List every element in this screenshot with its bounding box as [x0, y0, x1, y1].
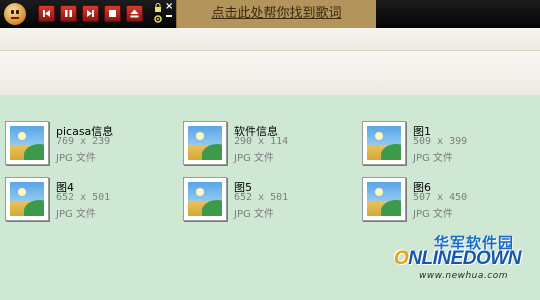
pause-button[interactable]	[60, 5, 77, 22]
skip-forward-icon	[87, 10, 94, 17]
lyrics-link[interactable]: 点击此处帮你找到歌词	[176, 0, 376, 28]
file-type: JPG 文件	[413, 209, 453, 220]
player-bar: × 点击此处帮你找到歌词	[0, 0, 540, 28]
menu-band	[0, 28, 540, 51]
file-dimensions: 290 x 114	[234, 136, 289, 147]
image-thumbnail-icon	[362, 121, 406, 165]
list-item[interactable]: 图5 652 x 501 JPG 文件	[183, 177, 353, 227]
list-item[interactable]: 图4 652 x 501 JPG 文件	[5, 177, 175, 227]
stop-button[interactable]	[104, 5, 121, 22]
image-thumbnail-icon	[183, 177, 227, 221]
prev-track-button[interactable]	[38, 5, 55, 22]
pause-icon	[65, 10, 72, 17]
file-type: JPG 文件	[413, 153, 453, 164]
list-item[interactable]: 软件信息 290 x 114 JPG 文件	[183, 121, 353, 171]
next-track-button[interactable]	[82, 5, 99, 22]
settings-icon[interactable]	[153, 14, 163, 24]
image-thumbnail-icon	[5, 121, 49, 165]
watermark-logo: ONLINEDOWN	[394, 248, 521, 269]
file-dimensions: 652 x 501	[234, 192, 289, 203]
image-thumbnail-icon	[183, 121, 227, 165]
eject-icon	[130, 9, 139, 18]
file-type: JPG 文件	[56, 209, 96, 220]
minimize-icon[interactable]	[166, 15, 172, 17]
file-dimensions: 509 x 399	[413, 136, 468, 147]
file-dimensions: 769 x 239	[56, 136, 111, 147]
close-icon[interactable]: ×	[165, 2, 173, 12]
file-dimensions: 652 x 501	[56, 192, 111, 203]
file-type: JPG 文件	[234, 153, 274, 164]
image-thumbnail-icon	[5, 177, 49, 221]
player-mascot-icon[interactable]	[4, 3, 26, 25]
list-item[interactable]: 图1 509 x 399 JPG 文件	[362, 121, 532, 171]
watermark-url: www.newhua.com	[419, 271, 508, 281]
lock-icon[interactable]	[153, 3, 163, 13]
image-thumbnail-icon	[362, 177, 406, 221]
list-item[interactable]: 图6 507 x 450 JPG 文件	[362, 177, 532, 227]
toolbar-band	[0, 51, 540, 96]
eject-button[interactable]	[126, 5, 143, 22]
file-type: JPG 文件	[56, 153, 96, 164]
list-item[interactable]: picasa信息 769 x 239 JPG 文件	[5, 121, 175, 171]
stop-icon	[109, 10, 116, 17]
skip-back-icon	[43, 10, 50, 17]
file-dimensions: 507 x 450	[413, 192, 468, 203]
file-type: JPG 文件	[234, 209, 274, 220]
